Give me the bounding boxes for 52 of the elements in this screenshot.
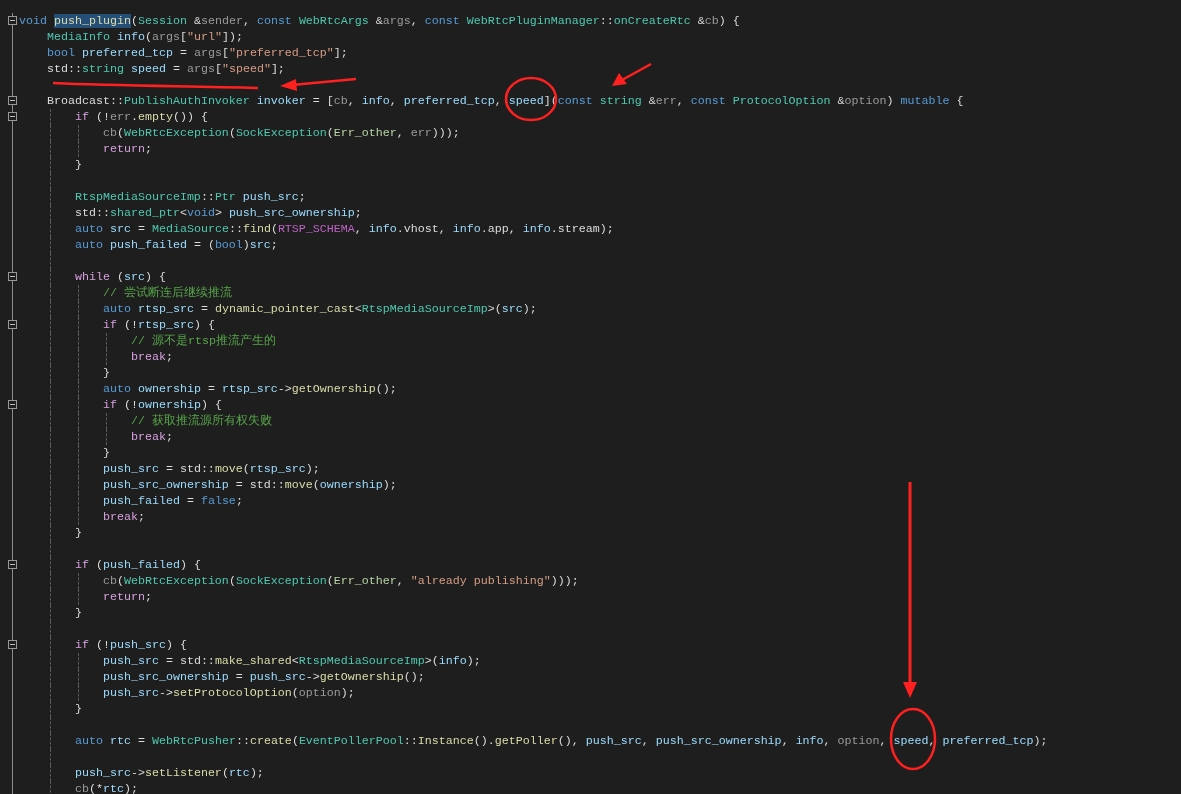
collapse-icon[interactable] [8,320,17,329]
annotation-circle [504,76,558,122]
code-line: push_src_ownership = push_src->getOwnership(); [101,669,425,685]
code-line: if (!rtsp_src) { [101,317,215,333]
code-line: push_src_ownership = std::move(ownership); [101,477,397,493]
collapse-icon[interactable] [8,400,17,409]
code-line: // 源不是rtsp推流产生的 [129,333,276,349]
code-line: push_src = std::make_shared<RtspMediaSourceImp>(info); [101,653,481,669]
code-line: } [73,701,82,717]
code-line: return; [101,141,152,157]
code-line: if (!push_src) { [73,637,187,653]
collapse-icon[interactable] [8,16,17,25]
code-line: auto rtc = WebRtcPusher::create(EventPollerPool::Instance().getPoller(), push_src, push_src_ownership, info, option, speed, preferred_tcp); [73,733,1048,749]
code-line: void push_plugin(Session &sender, const WebRtcArgs &args, const WebRtcPluginManager::onCreateRtc &cb) { [19,13,740,29]
code-line: break; [101,509,145,525]
collapse-icon[interactable] [8,640,17,649]
code-line: break; [129,429,173,445]
code-line: } [101,365,110,381]
code-line: } [73,157,82,173]
collapse-icon[interactable] [8,112,17,121]
code-line: break; [129,349,173,365]
code-line: std::string speed = args["speed"]; [45,61,285,77]
code-line: } [73,525,82,541]
code-line: if (!err.empty()) { [73,109,208,125]
code-line: // 获取推流源所有权失败 [129,413,272,429]
annotation-circle [889,707,937,771]
code-line: if (!ownership) { [101,397,222,413]
code-line: auto push_failed = (bool)src; [73,237,278,253]
code-line: while (src) { [73,269,166,285]
code-line: push_src->setListener(rtc); [73,765,264,781]
code-line: cb(*rtc); [73,781,138,794]
code-line: auto ownership = rtsp_src->getOwnership(); [101,381,397,397]
code-line: // 尝试断连后继续推流 [101,285,232,301]
code-line: auto src = MediaSource::find(RTSP_SCHEMA, info.vhost, info.app, info.stream); [73,221,614,237]
code-line: push_src->setProtocolOption(option); [101,685,355,701]
code-line: } [101,445,110,461]
code-line: push_src = std::move(rtsp_src); [101,461,320,477]
code-line: RtspMediaSourceImp::Ptr push_src; [73,189,306,205]
collapse-icon[interactable] [8,96,17,105]
code-line: auto rtsp_src = dynamic_pointer_cast<RtspMediaSourceImp>(src); [101,301,537,317]
code-line: return; [101,589,152,605]
code-line: cb(WebRtcException(SockException(Err_other, "already publishing"))); [101,573,579,589]
code-line: MediaInfo info(args["url"]); [45,29,243,45]
code-line: cb(WebRtcException(SockException(Err_other, err))); [101,125,460,141]
collapse-icon[interactable] [8,560,17,569]
code-line: if (push_failed) { [73,557,201,573]
annotation-arrow [612,62,652,86]
code-line: std::shared_ptr<void> push_src_ownership; [73,205,362,221]
code-line: bool preferred_tcp = args["preferred_tcp"]; [45,45,348,61]
collapse-icon[interactable] [8,272,17,281]
code-line: } [73,605,82,621]
code-line: push_failed = false; [101,493,243,509]
